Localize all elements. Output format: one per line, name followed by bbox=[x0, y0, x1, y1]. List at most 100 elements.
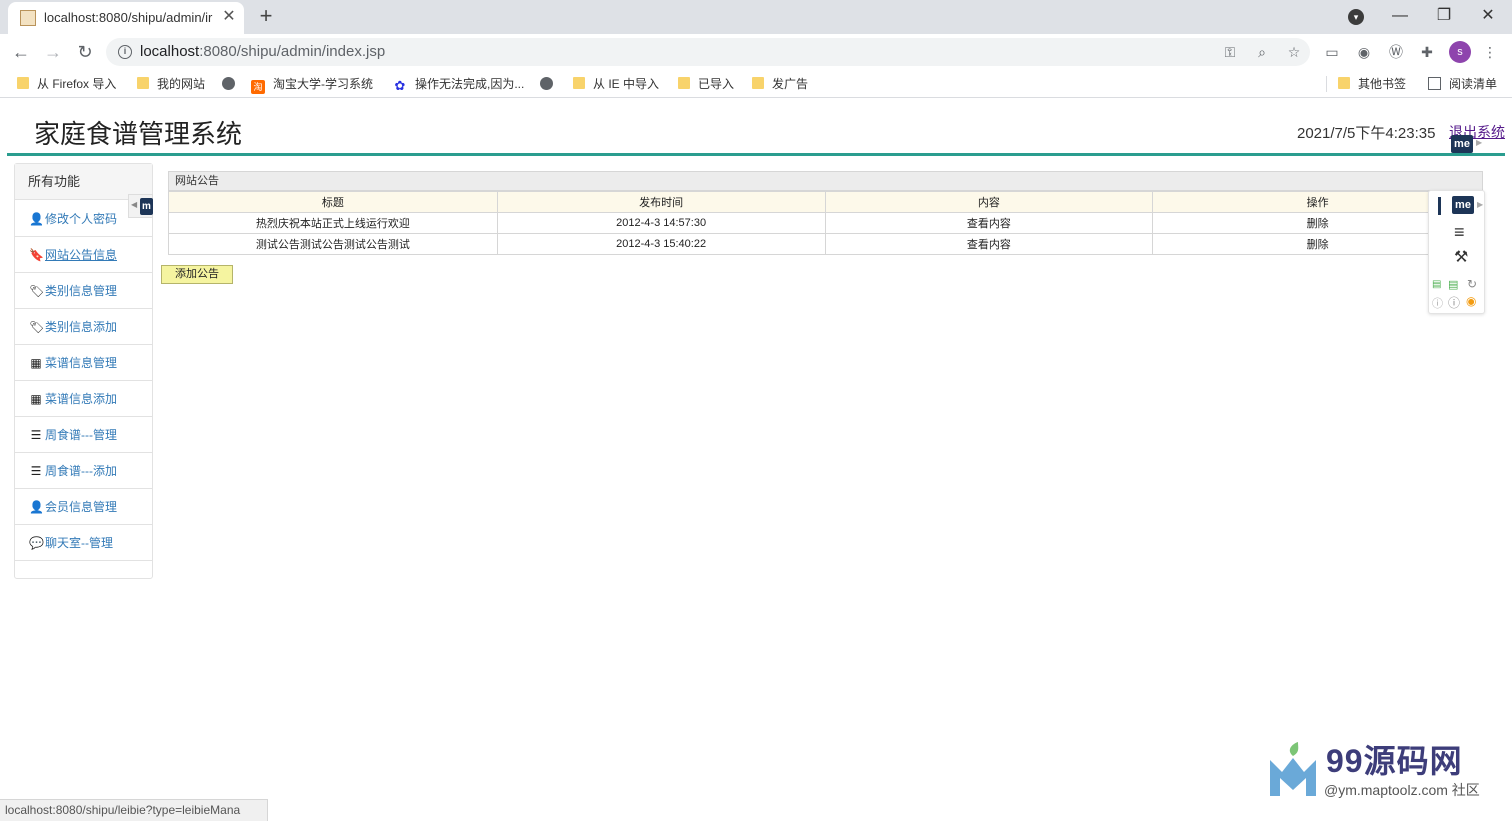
alert-circle-icon[interactable]: ⓘ bbox=[1448, 294, 1460, 311]
table-row: 测试公告测试公告测试公告测试 2012-4-3 15:40:22 查看内容 删除 bbox=[168, 233, 1483, 255]
notice-panel: 网站公告 标题 发布时间 内容 操作 热烈庆祝本站正式上线运行欢迎 2012-4… bbox=[168, 171, 1483, 257]
reload-icon[interactable]: ↻ bbox=[72, 39, 98, 65]
other-bookmarks[interactable]: 其他书签 bbox=[1338, 75, 1406, 93]
taobao-icon: 淘 bbox=[251, 80, 265, 94]
bookmark-label: 已导入 bbox=[698, 77, 735, 91]
chevron-right-icon: ▶ bbox=[1477, 200, 1484, 209]
folder-icon bbox=[137, 77, 149, 89]
camera-icon[interactable]: ◉ bbox=[1354, 42, 1374, 62]
bookmark-label: 操作无法完成,因为... bbox=[415, 77, 525, 91]
sidebar-item-label: 类别信息添加 bbox=[45, 320, 118, 334]
bookmark-label: 淘宝大学-学习系统 bbox=[273, 77, 373, 91]
chevron-left-icon: ◀ bbox=[131, 200, 138, 209]
sidebar-item-category-manage[interactable]: 🏷类别信息管理 bbox=[15, 273, 152, 309]
header-divider bbox=[7, 153, 1505, 156]
table-header-row: 标题 发布时间 内容 操作 bbox=[168, 191, 1483, 213]
bookmark-label: 发广告 bbox=[772, 77, 809, 91]
eye-icon[interactable]: ◉ bbox=[1466, 294, 1476, 308]
sidebar-item-category-add[interactable]: 🏷类别信息添加 bbox=[15, 309, 152, 345]
notice-table: 标题 发布时间 内容 操作 热烈庆祝本站正式上线运行欢迎 2012-4-3 14… bbox=[168, 191, 1483, 255]
globe-icon bbox=[222, 77, 235, 90]
wordpress-icon[interactable]: Ⓦ bbox=[1386, 42, 1406, 62]
folder-icon bbox=[1338, 77, 1350, 89]
watermark: 99源码网 @ym.maptoolz.com 社区 bbox=[1268, 734, 1498, 804]
extension-sidebar-toggle[interactable]: ◀ m bbox=[128, 194, 153, 218]
address-bar[interactable]: i localhost:8080/shipu/admin/index.jsp ⚿… bbox=[106, 38, 1310, 66]
bookmark-item[interactable]: ✿ 操作无法完成,因为... bbox=[393, 75, 525, 93]
tags-icon: 🏷 bbox=[29, 320, 45, 334]
sidebar-item-label: 类别信息管理 bbox=[45, 284, 118, 298]
minimize-button[interactable]: — bbox=[1386, 4, 1414, 28]
th-large-icon: ▦ bbox=[30, 356, 42, 370]
sidebar-item-recipe-manage[interactable]: ▦ 菜谱信息管理 bbox=[15, 345, 152, 381]
sidebar-item-label: 菜谱信息添加 bbox=[45, 392, 118, 406]
new-tab-button[interactable]: + bbox=[254, 4, 278, 28]
site-info-icon[interactable]: i bbox=[118, 45, 132, 59]
maximize-button[interactable]: ❐ bbox=[1430, 4, 1458, 28]
add-notice-button[interactable]: 添加公告 bbox=[161, 265, 233, 284]
puzzle-icon[interactable]: ✚ bbox=[1417, 42, 1437, 62]
view-content-link[interactable]: 查看内容 bbox=[824, 212, 1154, 234]
cast-icon[interactable]: ▤ bbox=[1432, 279, 1441, 290]
folder-icon bbox=[17, 77, 29, 89]
tags-icon: 🏷 bbox=[29, 284, 45, 298]
url-text[interactable]: localhost:8080/shipu/admin/index.jsp bbox=[140, 43, 385, 60]
view-content-link[interactable]: 查看内容 bbox=[824, 233, 1154, 255]
sidebar-item-label: 聊天室--管理 bbox=[45, 536, 113, 550]
reading-list[interactable]: 阅读清单 bbox=[1428, 75, 1497, 93]
notice-title-cell: 热烈庆祝本站正式上线运行欢迎 bbox=[168, 212, 498, 234]
sidebar-item-weekly-add[interactable]: ☰ 周食谱---添加 bbox=[15, 453, 152, 489]
notice-time-cell: 2012-4-3 14:57:30 bbox=[496, 212, 826, 234]
bookmark-item[interactable]: 发广告 bbox=[752, 75, 808, 93]
toolbox-edge bbox=[1438, 197, 1441, 215]
bookmark-separator bbox=[1326, 76, 1327, 92]
refresh-icon[interactable]: ↻ bbox=[1467, 277, 1477, 291]
folder-icon bbox=[678, 77, 690, 89]
profile-avatar[interactable]: s bbox=[1449, 41, 1471, 63]
folder-icon bbox=[752, 77, 764, 89]
sidebar-item-label: 周食谱---添加 bbox=[45, 464, 117, 478]
sidebar-item-notices[interactable]: 🔖网站公告信息 bbox=[15, 237, 152, 273]
sidebar-item-member-manage[interactable]: 👤会员信息管理 bbox=[15, 489, 152, 525]
user-icon: 👤 bbox=[29, 500, 44, 514]
bookmark-item[interactable]: 我的网站 bbox=[137, 75, 205, 93]
bookmarks-bar: 从 Firefox 导入 我的网站 淘淘宝大学-学习系统 ✿ 操作无法完成,因为.… bbox=[0, 70, 1512, 98]
back-icon[interactable]: ← bbox=[8, 39, 34, 65]
bookmark-item[interactable]: 已导入 bbox=[678, 75, 734, 93]
sidebar-item-recipe-add[interactable]: ▦ 菜谱信息添加 bbox=[15, 381, 152, 417]
sidebar-item-chatroom-manage[interactable]: 💬聊天室--管理 bbox=[15, 525, 152, 561]
column-header: 内容 bbox=[824, 191, 1154, 213]
bookmark-item[interactable]: 从 Firefox 导入 bbox=[17, 75, 116, 93]
browser-tab[interactable]: localhost:8080/shipu/admin/ir ✕ bbox=[8, 2, 244, 34]
magic-wand-icon[interactable]: ⚒ bbox=[1454, 249, 1468, 267]
bookmark-label: 我的网站 bbox=[157, 77, 206, 91]
close-window-button[interactable]: ✕ bbox=[1474, 4, 1502, 28]
status-bar-url: localhost:8080/shipu/leibie?type=leibieM… bbox=[0, 799, 268, 821]
tab-close-icon[interactable]: ✕ bbox=[220, 8, 238, 26]
page-title: 家庭食谱管理系统 bbox=[34, 119, 243, 149]
menu-icon[interactable]: ≡ bbox=[1454, 223, 1465, 241]
bookmark-item[interactable] bbox=[222, 75, 243, 93]
panel-title: 网站公告 bbox=[168, 171, 1483, 191]
me-extension-icon[interactable]: me bbox=[1452, 196, 1474, 214]
key-icon[interactable]: ⚿ bbox=[1220, 42, 1240, 62]
cast-icon[interactable]: ▤ bbox=[1448, 278, 1458, 291]
star-icon[interactable]: ☆ bbox=[1284, 42, 1304, 62]
column-header: 标题 bbox=[168, 191, 498, 213]
column-header: 发布时间 bbox=[496, 191, 826, 213]
bookmark-icon: 🔖 bbox=[29, 248, 44, 262]
bookmark-item[interactable]: 从 IE 中导入 bbox=[573, 75, 659, 93]
zoom-icon[interactable]: ⌕ bbox=[1252, 42, 1272, 62]
notice-time-cell: 2012-4-3 15:40:22 bbox=[496, 233, 826, 255]
sidebar-item-weekly-manage[interactable]: ☰ 周食谱---管理 bbox=[15, 417, 152, 453]
more-menu-icon[interactable]: ⋮ bbox=[1480, 42, 1500, 62]
me-extension-top[interactable]: me ▶ bbox=[1443, 133, 1483, 157]
info-circle-icon[interactable]: ⓘ bbox=[1432, 295, 1443, 311]
bookmark-item[interactable]: 淘淘宝大学-学习系统 bbox=[251, 75, 373, 94]
extension-screen-icon[interactable]: ▭ bbox=[1322, 42, 1342, 62]
tab-search-icon[interactable]: ▾ bbox=[1348, 9, 1364, 25]
forward-icon[interactable]: → bbox=[40, 39, 66, 65]
watermark-sub: @ym.maptoolz.com 社区 bbox=[1324, 782, 1480, 798]
bookmark-item[interactable] bbox=[540, 75, 561, 93]
sidebar-item-label: 周食谱---管理 bbox=[45, 428, 117, 442]
